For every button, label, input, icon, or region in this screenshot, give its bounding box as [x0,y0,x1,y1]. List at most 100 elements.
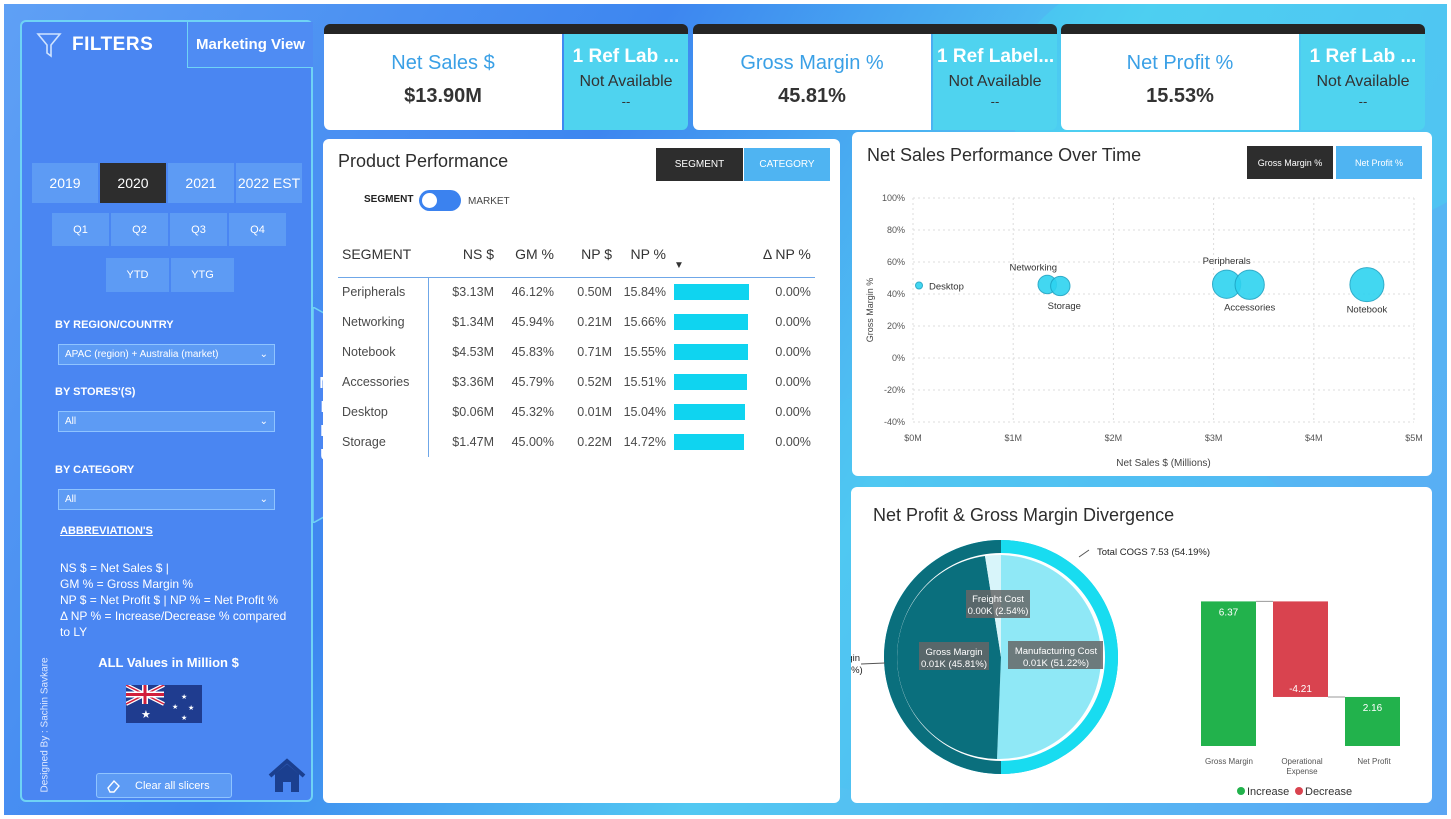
np-bar-cell [670,397,753,427]
npp-cell: 15.84% [623,285,666,300]
np-cell: 0.52M [577,375,612,389]
quarter-q1-button[interactable]: Q1 [52,213,109,246]
np-bar-cell [670,337,753,367]
mfg-label: Manufacturing Cost [1015,646,1098,657]
segment-button[interactable]: SEGMENT [656,148,743,181]
col-header-ns[interactable]: NS $ [428,231,498,278]
filters-title: FILTERS [72,34,154,55]
stores-value: All [65,416,77,427]
kpi-ref-title: 1 Ref Label... [937,46,1055,67]
table-row[interactable]: Notebook $4.53M 45.83% 0.71M 15.55% 0.00% [338,337,815,367]
scatter-chart: 100% 80% 60% 40% 20% 0% -20% -40% $0M $1M $2M $3M $4… [865,193,1423,469]
point-label: Notebook [1347,305,1388,316]
np-percent-bar [674,374,748,390]
table-row[interactable]: Networking $1.34M 45.94% 0.21M 15.66% 0.00% [338,307,815,337]
np-percent-bar [674,404,746,420]
abbreviations-heading: ABBREVIATION'S [60,525,153,537]
col-header-sort[interactable]: ▼ [670,231,753,278]
home-icon[interactable] [268,758,306,794]
period-slicer: YTD YTG [106,258,234,292]
category-dropdown[interactable]: All ⌄ [58,489,275,510]
australia-flag-icon: ★ ★ ★ ★ ★ [126,685,202,723]
y-tick-label: 100% [882,193,905,203]
scatter-point[interactable] [1234,269,1265,300]
col-header-segment[interactable]: SEGMENT [338,231,428,278]
region-value: APAC (region) + Australia (market) [65,349,219,360]
kpi-value: 15.53% [1146,85,1214,107]
kpi-value: 45.81% [778,85,846,107]
scatter-point[interactable] [1050,275,1071,297]
kpi-main: Net Sales $ $13.90M [324,34,562,130]
col-header-np[interactable]: NP $ [558,231,616,278]
year-2022-est-button[interactable]: 2022 EST [236,163,302,203]
cost-breakdown-pie: Total COGS 7.53 (54.19%) Gross Margin 6.… [851,540,1400,798]
svg-text:★: ★ [172,703,178,711]
npp-cell: 14.72% [623,435,666,449]
year-2020-button[interactable]: 2020 [100,163,166,203]
quarter-q2-button[interactable]: Q2 [111,213,168,246]
x-tick-label: $4M [1305,433,1323,443]
filter-sidebar: FILTERS Marketing View 2019 2020 2021 20… [20,20,313,802]
delta-np-cell: 0.00% [775,435,811,449]
table-row[interactable]: Accessories $3.36M 45.79% 0.52M 15.51% 0.00% [338,367,815,397]
abbreviations-text: NS $ = Net Sales $ | GM % = Gross Margin… [60,560,295,640]
table-header-row: SEGMENT NS $ GM % NP $ NP % ▼ Δ NP % [338,231,815,278]
marketing-view-tab[interactable]: Marketing View [187,22,313,68]
units-note: ALL Values in Million $ [98,655,239,670]
quarter-q4-button[interactable]: Q4 [229,213,286,246]
np-cell: 0.50M [577,285,612,300]
category-button[interactable]: CATEGORY [744,148,830,181]
chevron-down-icon: ⌄ [259,416,268,427]
x-tick-label: $1M [1004,433,1022,443]
delta-np-cell: 0.00% [775,405,811,419]
outer-cogs-label: Total COGS 7.53 (54.19%) [1097,547,1210,558]
filters-tab[interactable]: FILTERS [22,22,187,68]
waterfall-bar[interactable] [1273,601,1328,697]
col-header-gm[interactable]: GM % [498,231,558,278]
ns-cell: $3.13M [452,285,494,300]
kpi-title: Net Sales $ [391,52,495,74]
x-axis-label: Net Sales $ (Millions) [1116,458,1210,469]
kpi-ref-status: Not Available [948,73,1042,90]
seg-cell: Accessories [338,367,429,397]
y-tick-label: 40% [887,289,905,299]
table-row[interactable]: Peripherals $3.13M 46.12% 0.50M 15.84% 0.00% [338,277,815,307]
stores-dropdown[interactable]: All ⌄ [58,411,275,432]
divergence-panel: Net Profit & Gross Margin Divergence Tot… [851,487,1432,803]
year-2021-button[interactable]: 2021 [168,163,234,203]
ytd-button[interactable]: YTD [106,258,169,292]
y-tick-label: -20% [884,385,905,395]
kpi-value: $13.90M [404,85,482,107]
waterfall-category-label: Expense [1286,767,1318,776]
region-dropdown[interactable]: APAC (region) + Australia (market) ⌄ [58,344,275,365]
npp-cell: 15.04% [623,405,666,419]
gm-cell: 46.12% [511,285,554,300]
kpi-reference: 1 Ref Label... Not Available -- [933,34,1057,130]
table-row[interactable]: Storage $1.47M 45.00% 0.22M 14.72% 0.00% [338,427,815,457]
y-tick-label: 60% [887,257,905,267]
col-header-npp[interactable]: NP % [616,231,670,278]
filter-icon [36,33,62,58]
clear-all-slicers-button[interactable]: Clear all slicers [96,773,232,798]
np-bar-cell [670,367,753,397]
point-label: Peripherals [1203,256,1251,267]
eraser-icon [107,779,120,793]
table-row[interactable]: Desktop $0.06M 45.32% 0.01M 15.04% 0.00% [338,397,815,427]
waterfall-bar[interactable] [1201,601,1256,746]
sort-desc-icon[interactable]: ▼ [674,260,684,271]
legend-decrease-swatch [1295,787,1303,795]
kpi-header-bar [1061,24,1425,34]
ytg-button[interactable]: YTG [171,258,234,292]
np-cell: 0.01M [577,405,612,419]
kpi-ref-title: 1 Ref Lab ... [572,46,680,67]
year-2019-button[interactable]: 2019 [32,163,98,203]
np-cell: 0.21M [577,315,612,329]
col-header-dnp[interactable]: Δ NP % [752,231,815,278]
scatter-point[interactable] [1349,267,1385,303]
scatter-point[interactable] [915,281,924,290]
point-label: Networking [1010,262,1058,273]
segment-market-toggle[interactable] [419,190,461,211]
np-cell: 0.71M [577,345,612,359]
kpi-main: Gross Margin % 45.81% [693,34,931,130]
quarter-q3-button[interactable]: Q3 [170,213,227,246]
